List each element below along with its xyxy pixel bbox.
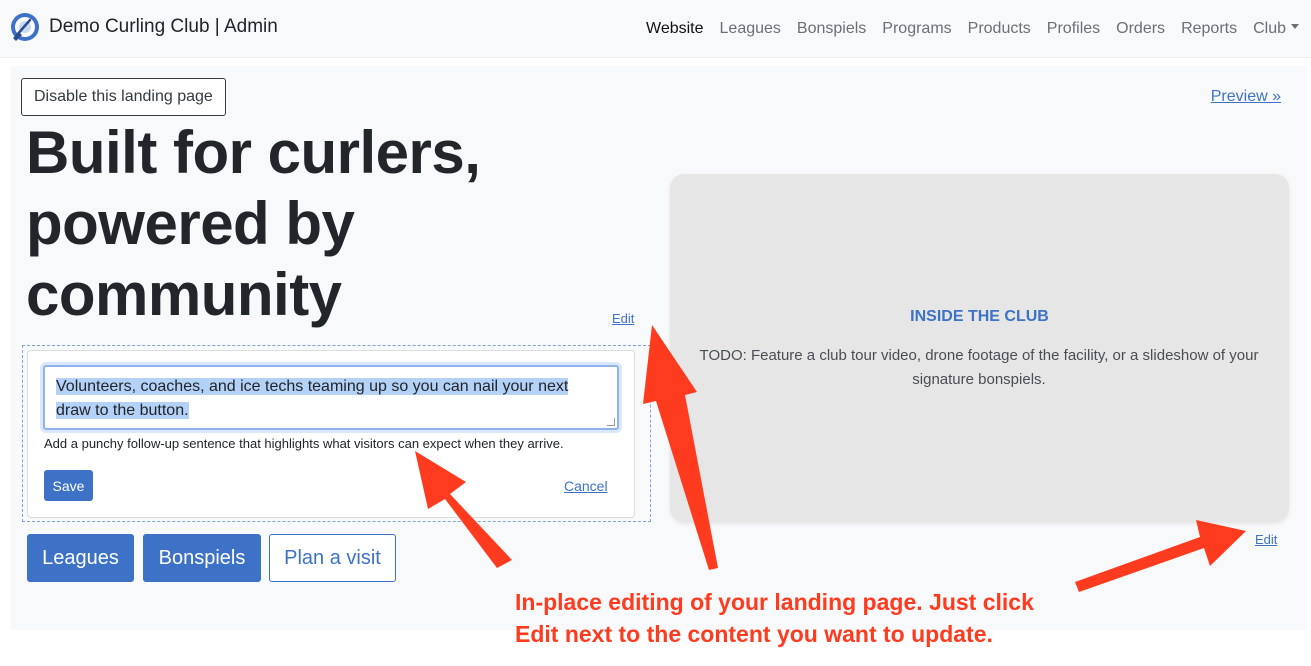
annotation-line-2: Edit next to the content you want to upd… <box>515 621 993 647</box>
arrow-to-edit-link-icon <box>643 325 718 570</box>
arrow-to-media-edit-icon <box>1075 520 1246 592</box>
annotation-line-1: In-place editing of your landing page. J… <box>515 589 1034 615</box>
annotation-caption: In-place editing of your landing page. J… <box>515 586 1075 650</box>
arrow-to-help-text-icon <box>415 451 512 568</box>
annotation-arrows <box>415 325 1246 592</box>
